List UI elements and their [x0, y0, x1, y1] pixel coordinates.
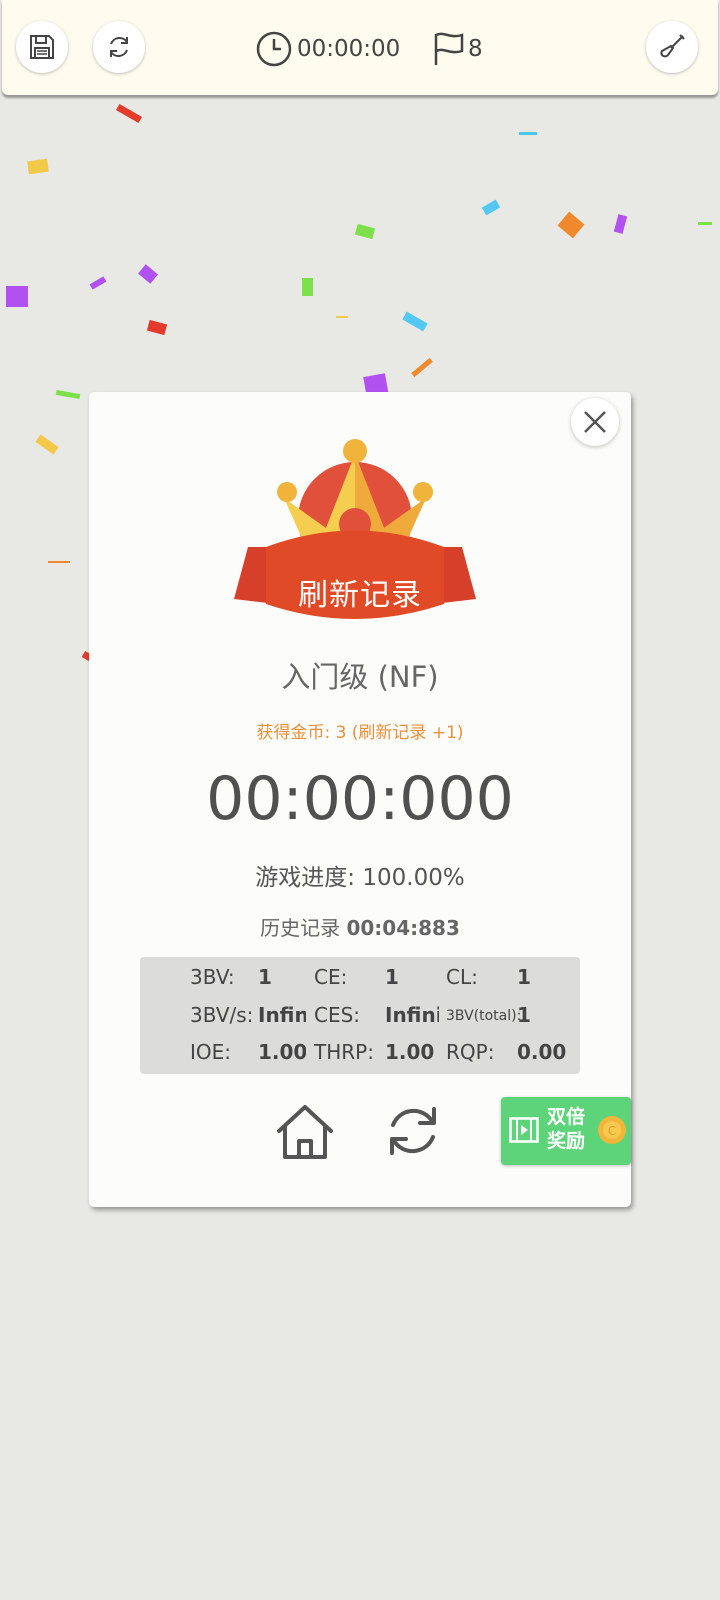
history-value: 00:04:883	[346, 916, 460, 940]
refresh-icon	[110, 37, 128, 57]
stat-label: CE:	[314, 965, 348, 989]
history-label: 历史记录	[260, 916, 341, 940]
stat-label: 3BV(total):	[446, 1008, 522, 1024]
stat-value: 0.00	[517, 1040, 567, 1064]
confetti-piece	[613, 214, 628, 234]
stat-label: THRP:	[314, 1040, 374, 1064]
stats-panel: 3BV: 1 CE: 1 CL: 1 3BV/s: Infini CES: In…	[140, 957, 580, 1074]
shovel-button[interactable]	[646, 21, 698, 73]
confetti-piece	[302, 278, 313, 296]
confetti-piece	[27, 158, 49, 175]
result-dialog: 刷新记录 入门级 (NF) 获得金币: 3 (刷新记录 +1) 00:00:00…	[89, 392, 631, 1207]
restart-button[interactable]	[93, 21, 145, 73]
confetti-piece	[557, 211, 585, 239]
confetti-piece	[519, 132, 537, 135]
stat-label: IOE:	[190, 1040, 232, 1064]
difficulty-level: 入门级 (NF)	[281, 660, 439, 694]
save-button[interactable]	[16, 21, 68, 73]
stat-value: 1.00	[258, 1040, 306, 1064]
confetti-piece	[402, 311, 428, 332]
confetti-piece	[146, 319, 168, 336]
double-reward-label: 双倍 奖励	[547, 1105, 585, 1153]
close-button[interactable]	[571, 398, 619, 446]
record-banner-title: 刷新记录	[298, 578, 422, 613]
stat-value: 1	[385, 965, 399, 989]
double-reward-button[interactable]: 双倍 奖励 C	[501, 1097, 631, 1165]
game-progress: 游戏进度: 100.00%	[89, 858, 631, 892]
confetti-piece	[138, 264, 158, 284]
confetti-piece	[115, 103, 143, 124]
stat-value: Infini	[258, 1003, 306, 1027]
coins-earned: 获得金币: 3 (刷新记录 +1)	[256, 723, 464, 743]
timer: 00:00:00	[256, 30, 400, 68]
flag-count: 8	[468, 36, 483, 62]
game-time: 00:00:000	[206, 764, 514, 834]
stat-label: CES:	[314, 1003, 361, 1027]
timer-value: 00:00:00	[297, 36, 401, 62]
confetti-piece	[481, 199, 501, 216]
progress-value: 100.00%	[362, 865, 465, 891]
clock-icon	[256, 31, 292, 67]
replay-icon[interactable]	[385, 1103, 441, 1159]
top-toolbar: 00:00:00 8	[2, 0, 718, 95]
confetti-piece	[55, 389, 81, 400]
save-icon	[30, 35, 54, 59]
svg-text:C: C	[608, 1124, 616, 1138]
shovel-icon	[660, 34, 685, 58]
confetti-piece	[354, 223, 376, 240]
stat-value: 1	[258, 965, 272, 989]
double-reward-text: 双倍 奖励	[547, 1106, 586, 1152]
stat-label: 3BV/s:	[190, 1003, 254, 1027]
confetti-piece	[48, 561, 70, 563]
confetti-piece	[698, 222, 712, 225]
confetti-piece	[89, 276, 107, 290]
confetti-piece	[411, 357, 433, 378]
flag-icon	[434, 32, 464, 65]
stat-value: 1.00	[385, 1040, 435, 1064]
progress-label: 游戏进度:	[255, 865, 356, 891]
stat-label: RQP:	[446, 1040, 495, 1064]
stat-value: 1	[517, 1003, 531, 1027]
video-icon	[509, 1117, 539, 1143]
stat-label: CL:	[446, 965, 478, 989]
confetti-piece	[6, 286, 28, 307]
flag-counter: 8	[432, 30, 483, 68]
stat-value: Infinit	[385, 1003, 439, 1027]
confetti-piece	[336, 316, 348, 318]
history-record: 历史记录 00:04:883	[89, 912, 631, 941]
home-icon[interactable]	[275, 1103, 335, 1161]
stat-value: 1	[517, 965, 531, 989]
close-icon	[584, 411, 606, 433]
stat-label: 3BV:	[190, 965, 235, 989]
confetti-piece	[35, 434, 59, 455]
coin-icon: C	[598, 1116, 626, 1144]
